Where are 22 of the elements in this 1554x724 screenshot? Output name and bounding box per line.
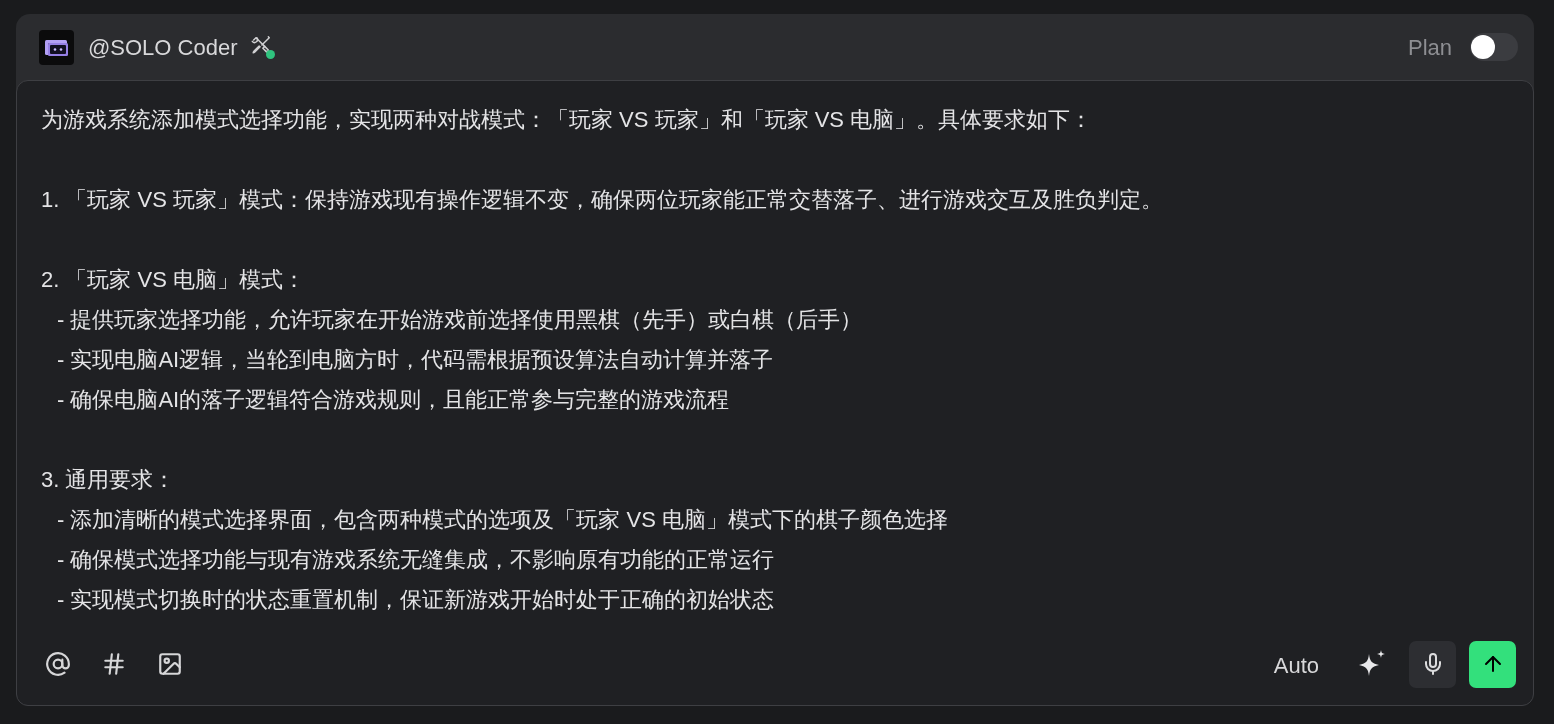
send-button[interactable] <box>1469 640 1516 688</box>
prompt-bullet-line: - 实现电脑AI逻辑，当轮到电脑方时，代码需根据预设算法自动计算并落子 <box>56 346 774 374</box>
tools-icon <box>249 34 272 56</box>
prompt-bullet-line: - 提供玩家选择功能，允许玩家在开始游戏前选择使用黑棋（先手）或白棋（后手） <box>56 306 863 334</box>
prompt-line: 3. 通用要求： <box>41 466 176 494</box>
mention-button[interactable] <box>43 649 73 679</box>
plan-label: Plan <box>1407 33 1452 62</box>
prompt-bullet-line: - 添加清晰的模式选择界面，包含两种模式的选项及「玩家 VS 电脑」模式下的棋子颜色选择 <box>56 506 948 534</box>
prompt-bullet-line: - 实现模式切换时的状态重置机制，保证新游戏开始时处于正确的初始状态 <box>56 586 775 614</box>
agent-name: @SOLO Coder <box>88 33 238 62</box>
mode-selector[interactable]: Auto <box>1273 652 1319 680</box>
prompt-line: 1. 「玩家 VS 玩家」模式：保持游戏现有操作逻辑不变，确保两位玩家能正常交替落子、进行游戏交互及胜负判定。 <box>41 186 1164 214</box>
hash-icon <box>101 651 127 677</box>
prompt-line: 为游戏系统添加模式选择功能，实现两种对战模式：「玩家 VS 玩家」和「玩家 VS 电脑」。具体要求如下： <box>41 106 1093 134</box>
plan-toggle[interactable] <box>1470 33 1518 61</box>
image-icon <box>157 651 183 677</box>
agent-logo-icon <box>39 29 74 65</box>
prompt-bullet-line: - 确保电脑AI的落子逻辑符合游戏规则，且能正常参与完整的游戏流程 <box>56 386 730 414</box>
prompt-bullet-line: - 确保模式选择功能与现有游戏系统无缝集成，不影响原有功能的正常运行 <box>56 546 775 574</box>
voice-input-button[interactable] <box>1409 640 1456 688</box>
prompt-line: 2. 「玩家 VS 电脑」模式： <box>41 266 306 294</box>
at-sign-icon <box>45 651 71 677</box>
